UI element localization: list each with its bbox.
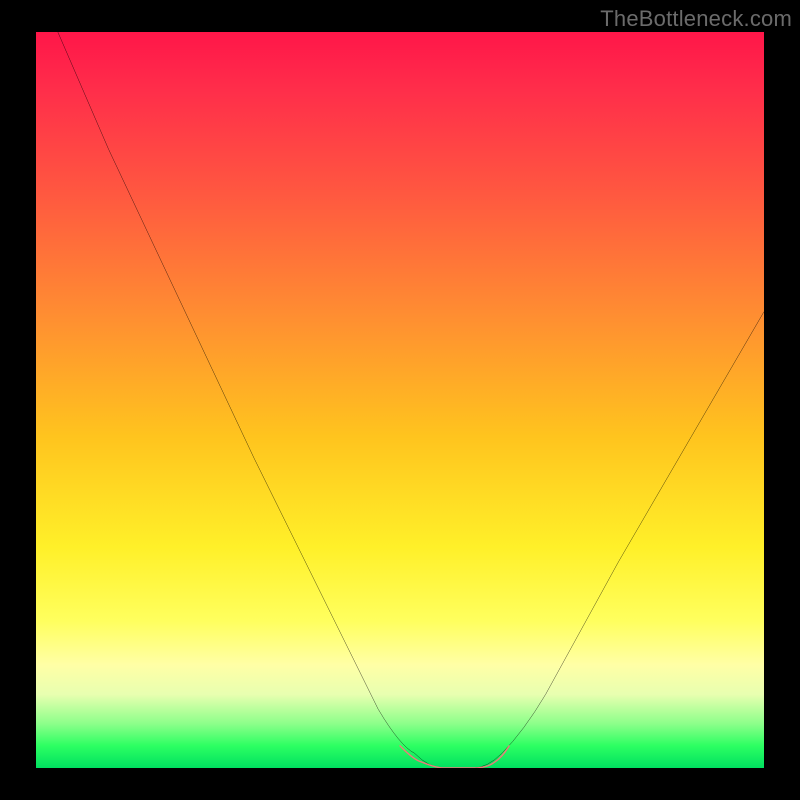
chart-frame: TheBottleneck.com xyxy=(0,0,800,800)
series-black-curve xyxy=(58,32,764,768)
plot-area xyxy=(36,32,764,768)
series-pink-valley-band xyxy=(400,746,509,768)
chart-curve-svg xyxy=(36,32,764,768)
watermark-text: TheBottleneck.com xyxy=(600,6,792,32)
